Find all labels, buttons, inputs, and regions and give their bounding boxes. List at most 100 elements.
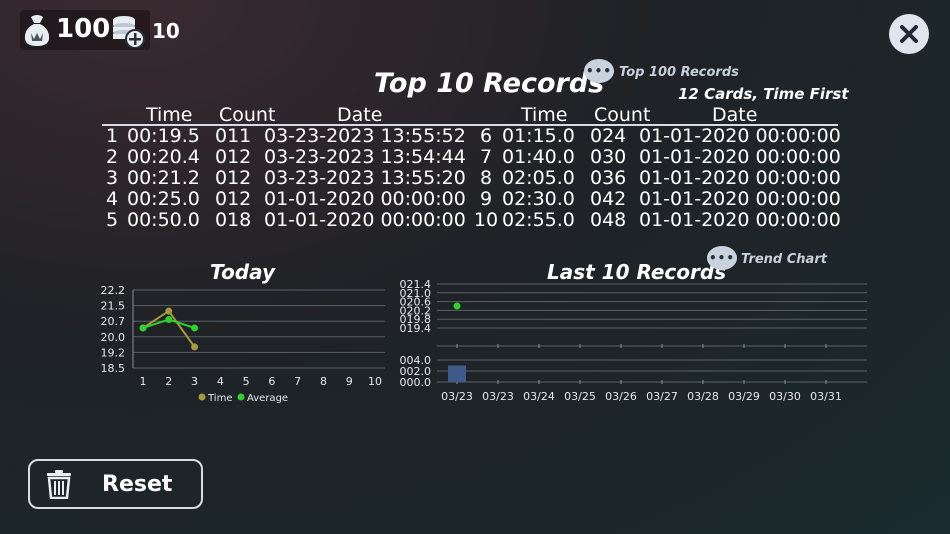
x-tick-label: 03/24 (523, 390, 555, 403)
header-count-right: Count (594, 104, 651, 126)
time-cell: 00:21.2 (127, 167, 200, 189)
average-series-point (191, 324, 199, 332)
x-tick-label: 03/23 (482, 390, 514, 403)
y-tick-label: 000.0 (400, 376, 432, 389)
time-cell: 02:30.0 (502, 188, 575, 210)
x-tick-label: 4 (217, 375, 224, 388)
x-tick-label: 10 (368, 375, 382, 388)
records-table-right: 6 01:15.0 024 01-01-2020 00:00:00 7 01:4… (470, 126, 841, 231)
count-cell: 012 (215, 188, 252, 210)
rank-cell: 1 (106, 125, 119, 147)
records-subtitle: 12 Cards, Time First (678, 85, 849, 103)
header-date-left: Date (337, 104, 383, 126)
header-time-right: Time (521, 104, 568, 126)
y-tick-label: 019.4 (400, 322, 432, 335)
table-row: 7 01:40.0 030 01-01-2020 00:00:00 (470, 147, 841, 168)
time-cell: 00:19.5 (127, 125, 200, 147)
table-row: 8 02:05.0 036 01-01-2020 00:00:00 (470, 168, 841, 189)
rank-cell: 8 (479, 167, 493, 189)
rank-cell: 6 (479, 125, 493, 147)
rank-cell: 5 (106, 209, 119, 231)
reset-label: Reset (102, 471, 173, 497)
x-tick-label: 2 (165, 375, 172, 388)
date-cell: 01-01-2020 00:00:00 (639, 209, 841, 231)
close-button[interactable] (889, 14, 929, 54)
records-table-left: 1 00:19.5 011 03-23-2023 13:55:52 2 00:2… (106, 126, 466, 231)
x-tick-label: 03/27 (646, 390, 678, 403)
y-tick-label: 21.5 (101, 300, 126, 313)
records-title: Top 10 Records (374, 68, 605, 99)
count-cell: 011 (215, 125, 252, 147)
trend-chart-link[interactable]: Trend Chart (741, 252, 827, 267)
count-cell: 048 (590, 209, 627, 231)
date-cell: 01-01-2020 00:00:00 (639, 146, 841, 168)
x-tick-label: 7 (294, 375, 301, 388)
legend-time-label: Time (207, 393, 232, 404)
legend-average-label: Average (247, 393, 288, 404)
count-cell: 012 (215, 167, 252, 189)
time-series-point (165, 307, 173, 315)
time-cell: 02:55.0 (502, 209, 575, 231)
count-cell: 018 (215, 209, 252, 231)
trend-chat-icon[interactable]: ••• (707, 246, 737, 270)
count-cell: 030 (590, 146, 627, 168)
time-cell: 00:25.0 (127, 188, 200, 210)
table-row: 1 00:19.5 011 03-23-2023 13:55:52 (106, 126, 466, 147)
header-count-left: Count (219, 104, 276, 126)
bag-value: 100 (56, 14, 111, 44)
time-cell: 00:50.0 (127, 209, 200, 231)
table-row: 6 01:15.0 024 01-01-2020 00:00:00 (470, 126, 841, 147)
time-series-point (191, 343, 199, 351)
count-cell: 024 (590, 125, 627, 147)
date-cell: 01-01-2020 00:00:00 (264, 209, 466, 231)
time-cell: 00:20.4 (127, 146, 200, 168)
table-row: 2 00:20.4 012 03-23-2023 13:54:44 (106, 147, 466, 168)
date-cell: 01-01-2020 00:00:00 (264, 188, 466, 210)
coin-stack-add-icon[interactable] (111, 14, 147, 49)
legend-time-swatch (198, 393, 206, 401)
top100-chat-icon[interactable]: ••• (584, 59, 614, 83)
average-series-point (165, 316, 173, 324)
reset-button[interactable]: Reset (28, 459, 203, 509)
x-tick-label: 6 (268, 375, 275, 388)
x-tick-label: 03/31 (810, 390, 842, 403)
date-cell: 01-01-2020 00:00:00 (639, 125, 841, 147)
legend-average-swatch (237, 393, 245, 401)
date-cell: 01-01-2020 00:00:00 (639, 167, 841, 189)
y-tick-label: 18.5 (101, 362, 126, 375)
average-series-point (139, 324, 147, 332)
top100-link[interactable]: Top 100 Records (619, 65, 739, 80)
y-tick-label: 20.0 (101, 331, 126, 344)
date-cell: 03-23-2023 13:54:44 (264, 146, 466, 168)
x-tick-label: 5 (243, 375, 250, 388)
last10-bar (448, 365, 466, 382)
x-tick-label: 03/28 (687, 390, 719, 403)
money-bag-icon (22, 13, 52, 47)
x-tick-label: 9 (346, 375, 353, 388)
rank-cell: 7 (479, 146, 493, 168)
rank-cell: 2 (106, 146, 119, 168)
table-row: 5 00:50.0 018 01-01-2020 00:00:00 (106, 210, 466, 231)
y-tick-label: 20.7 (101, 315, 126, 328)
date-cell: 03-23-2023 13:55:20 (264, 167, 466, 189)
time-cell: 02:05.0 (502, 167, 575, 189)
table-row: 4 00:25.0 012 01-01-2020 00:00:00 (106, 189, 466, 210)
rank-cell: 9 (479, 188, 493, 210)
x-tick-label: 03/23 (441, 390, 473, 403)
date-cell: 01-01-2020 00:00:00 (639, 188, 841, 210)
count-cell: 042 (590, 188, 627, 210)
table-row: 9 02:30.0 042 01-01-2020 00:00:00 (470, 189, 841, 210)
rank-cell: 10 (473, 209, 499, 231)
today-chart: 22.2 21.5 20.7 20.0 19.2 18.5 1 2 3 4 5 6 7 8 9 10 Time A… (101, 284, 385, 404)
close-icon (900, 25, 918, 43)
y-tick-label: 22.2 (101, 284, 126, 297)
time-cell: 01:40.0 (502, 146, 575, 168)
x-tick-label: 03/25 (564, 390, 596, 403)
table-row: 3 00:21.2 012 03-23-2023 13:55:20 (106, 168, 466, 189)
last10-point (453, 302, 461, 310)
x-tick-label: 03/26 (605, 390, 637, 403)
count-cell: 012 (215, 146, 252, 168)
time-cell: 01:15.0 (502, 125, 575, 147)
header-time-left: Time (146, 104, 193, 126)
count-cell: 036 (590, 167, 627, 189)
